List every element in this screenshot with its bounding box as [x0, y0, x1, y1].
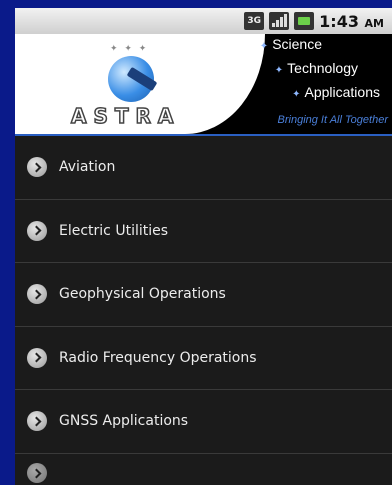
status-time: 1:43 AM	[319, 11, 384, 31]
menu-list: Aviation Electric Utilities Geophysical …	[15, 136, 392, 485]
menu-item-label: GNSS Applications	[59, 413, 189, 430]
phone-screen: 3G 1:43 AM ✦ ✦ ✦ ASTRA ✦ Science ✦ Technol…	[15, 8, 392, 485]
menu-item-label: Radio Frequency Operations	[59, 349, 257, 366]
signal-icon	[269, 12, 290, 30]
tagline-technology: ✦ Technology	[274, 60, 358, 76]
menu-item-aviation[interactable]: Aviation	[15, 136, 392, 200]
chevron-right-icon	[27, 157, 47, 178]
brand-logo-text: ASTRA	[70, 103, 181, 129]
stars-icon: ✦ ✦ ✦	[110, 44, 149, 54]
menu-item-partial[interactable]	[15, 453, 392, 485]
menu-item-gnss-applications[interactable]: GNSS Applications	[15, 390, 392, 454]
chevron-right-icon	[27, 220, 47, 241]
network-3g-icon: 3G	[244, 12, 265, 30]
menu-item-label: Geophysical Operations	[59, 286, 226, 303]
status-bar: 3G 1:43 AM	[15, 8, 392, 34]
menu-item-label: Electric Utilities	[59, 222, 169, 239]
tagline-applications: ✦ Applications	[292, 84, 380, 100]
menu-item-geophysical-operations[interactable]: Geophysical Operations	[15, 263, 392, 327]
battery-icon	[294, 12, 315, 30]
menu-item-label: Aviation	[59, 159, 116, 176]
chevron-right-icon	[27, 347, 47, 368]
app-header: ✦ ✦ ✦ ASTRA ✦ Science ✦ Technology ✦ Applic…	[15, 34, 392, 134]
menu-item-electric-utilities[interactable]: Electric Utilities	[15, 199, 392, 263]
slogan: Bringing It All Together	[277, 114, 388, 126]
chevron-right-icon	[27, 463, 47, 483]
menu-item-radio-frequency-operations[interactable]: Radio Frequency Operations	[15, 326, 392, 390]
chevron-right-icon	[27, 411, 47, 432]
chevron-right-icon	[27, 284, 47, 305]
tagline-science: ✦ Science	[259, 36, 322, 52]
